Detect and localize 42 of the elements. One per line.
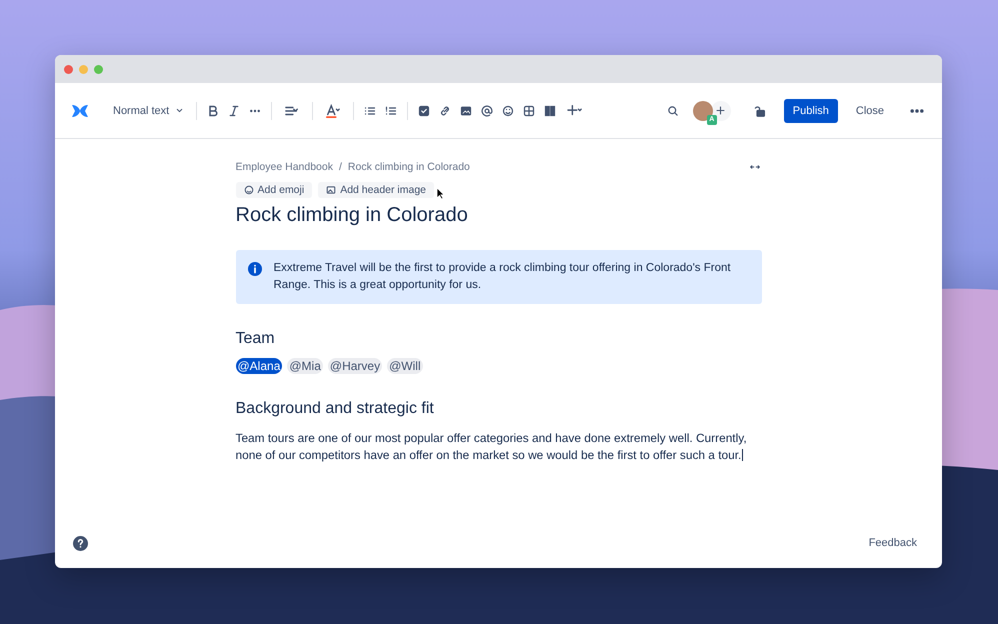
mention-icon[interactable] — [481, 104, 494, 116]
page-title: Rock climbing in Colorado — [236, 204, 469, 227]
image-icon[interactable] — [460, 104, 472, 116]
layout-columns-icon[interactable] — [544, 104, 556, 116]
emoji-icon[interactable] — [244, 185, 254, 195]
link-icon[interactable] — [439, 104, 452, 116]
close-window-icon[interactable] — [64, 64, 73, 74]
text-cursor — [742, 449, 744, 461]
search-icon[interactable] — [666, 104, 679, 116]
bold-icon[interactable] — [207, 104, 220, 116]
info-icon — [248, 262, 262, 276]
text-style-dropdown[interactable]: Normal text — [113, 104, 184, 116]
breadcrumb-link[interactable]: Employee Handbook — [236, 161, 333, 173]
info-text: Exxtreme Travel will be the first to provide a rock climbing tour offering in Colorado's Front Range. This is a great opportunity for us. — [274, 261, 732, 293]
user-mention[interactable]: @Mia — [287, 358, 323, 374]
mouse-pointer-icon — [436, 187, 445, 200]
user-mention[interactable]: @Will — [387, 358, 423, 374]
plus-icon[interactable] — [715, 105, 726, 116]
emoji-icon[interactable] — [502, 104, 514, 116]
image-icon[interactable] — [326, 185, 336, 195]
section-heading: Background and strategic fit — [236, 400, 435, 418]
feedback-button[interactable]: Feedback — [868, 537, 917, 549]
bullet-list-icon[interactable] — [364, 104, 376, 116]
app-logo-icon[interactable] — [71, 102, 89, 118]
help-icon[interactable] — [73, 536, 88, 550]
user-mention[interactable]: @Alana — [236, 358, 282, 374]
chevron-down-icon[interactable] — [175, 106, 184, 115]
publish-button[interactable]: Publish — [784, 98, 838, 122]
breadcrumb-separator: / — [338, 161, 342, 173]
add-emoji-button[interactable]: Add emoji — [236, 182, 312, 198]
add-header-image-button[interactable]: Add header image — [318, 182, 434, 198]
breadcrumb-link[interactable]: Rock climbing in Colorado — [348, 161, 470, 173]
close-button[interactable]: Close — [856, 104, 884, 116]
italic-icon[interactable] — [228, 104, 240, 116]
invite-button[interactable] — [710, 100, 731, 120]
checkbox-icon[interactable] — [418, 104, 430, 116]
unlocked-padlock-icon[interactable] — [752, 104, 766, 117]
section-heading: Team — [236, 330, 276, 348]
table-icon[interactable] — [523, 104, 536, 116]
user-mention[interactable]: @Harvey — [328, 358, 382, 374]
numbered-list-icon[interactable] — [385, 104, 398, 116]
body-paragraph: Team tours are one of our most popular offer categories and have done extremely well. Currently, none of our competitors have an offer on the market so we would be the first to offer such a tour. — [236, 430, 748, 464]
